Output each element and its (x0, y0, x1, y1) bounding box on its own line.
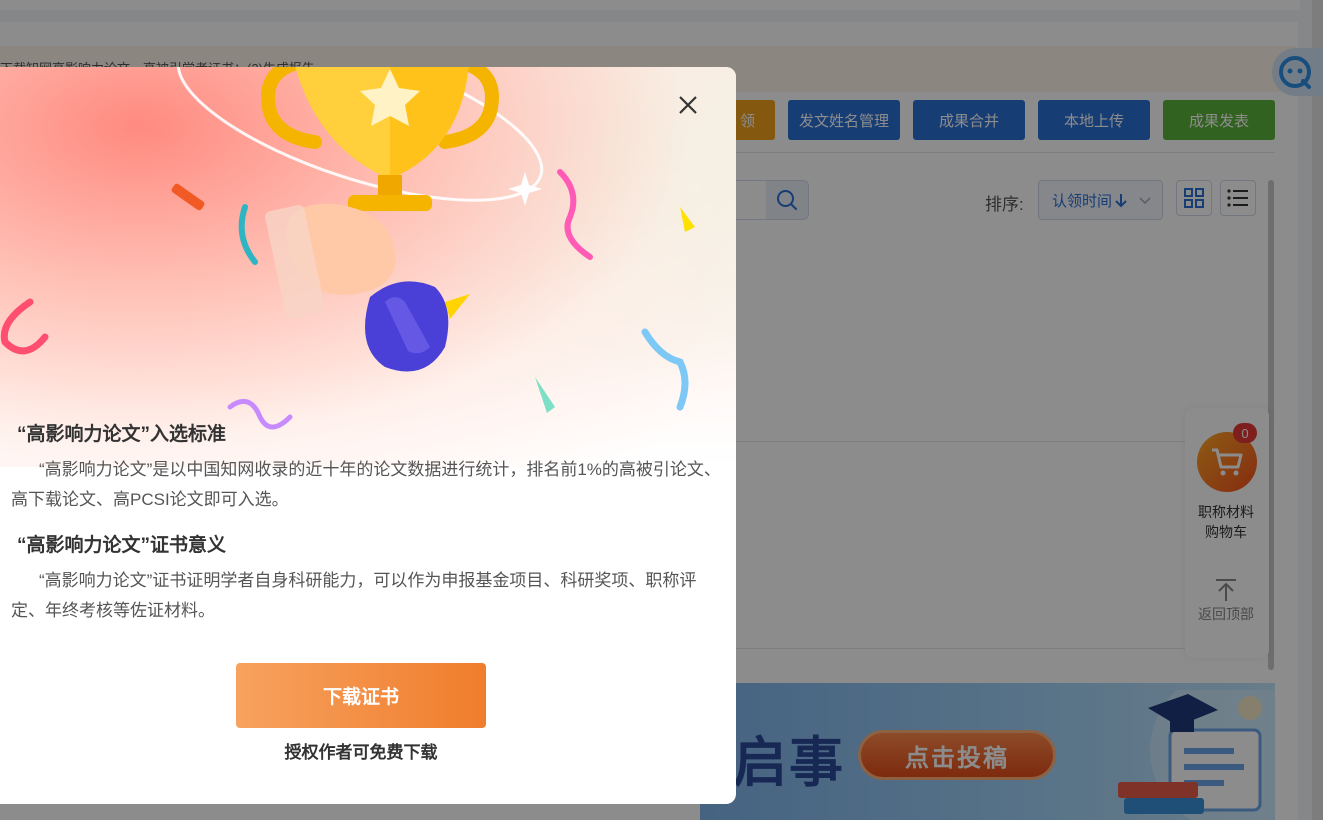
selection-criteria-heading-text: “高影响力论文”入选标准 (17, 419, 229, 446)
download-certificate-label: 下载证书 (322, 687, 399, 708)
download-certificate-button[interactable]: 下载证书 (236, 663, 486, 728)
certificate-meaning-text: “高影响力论文”证书证明学者自身科研能力，可以作为申报基金项目、科研奖项、职称评… (11, 571, 697, 620)
trophy-illustration (0, 67, 695, 430)
close-icon[interactable] (676, 93, 700, 117)
certificate-meaning-heading: “高影响力论文”证书意义 (17, 530, 229, 557)
selection-criteria-heading: “高影响力论文”入选标准 (17, 419, 229, 446)
certificate-meaning-heading-text: “高影响力论文”证书意义 (17, 530, 229, 557)
certificate-modal: “高影响力论文”入选标准 “高影响力论文”是以中国知网收录的近十年的论文数据进行… (0, 67, 736, 804)
selection-criteria-text: “高影响力论文”是以中国知网收录的近十年的论文数据进行统计，排名前1%的高被引论… (11, 460, 721, 509)
download-note: 授权作者可免费下载 (284, 743, 438, 762)
